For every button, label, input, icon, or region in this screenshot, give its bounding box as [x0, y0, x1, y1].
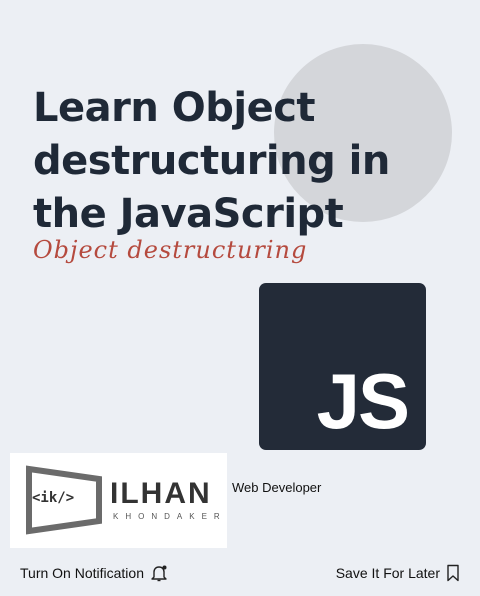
bell-icon [151, 565, 167, 582]
save-for-later-button[interactable]: Save It For Later [336, 564, 460, 582]
brand-tag: <ik/> [32, 490, 75, 506]
post-subtitle: Object destructuring [33, 236, 308, 264]
notification-label: Turn On Notification [20, 565, 144, 581]
brand-subname: KHONDAKER [113, 512, 227, 521]
brand-logo: <ik/> ILHAN KHONDAKER [10, 453, 227, 548]
save-label: Save It For Later [335, 565, 440, 581]
brand-name: ILHAN [110, 477, 212, 510]
javascript-logo: JS [259, 283, 426, 450]
turn-on-notification-button[interactable]: Turn On Notification [20, 564, 168, 582]
bookmark-icon [447, 564, 459, 582]
author-role: Web Developer [232, 480, 322, 495]
javascript-logo-text: JS [316, 357, 410, 445]
post-title: Learn Object destructuring in the JavaSc… [33, 85, 390, 237]
